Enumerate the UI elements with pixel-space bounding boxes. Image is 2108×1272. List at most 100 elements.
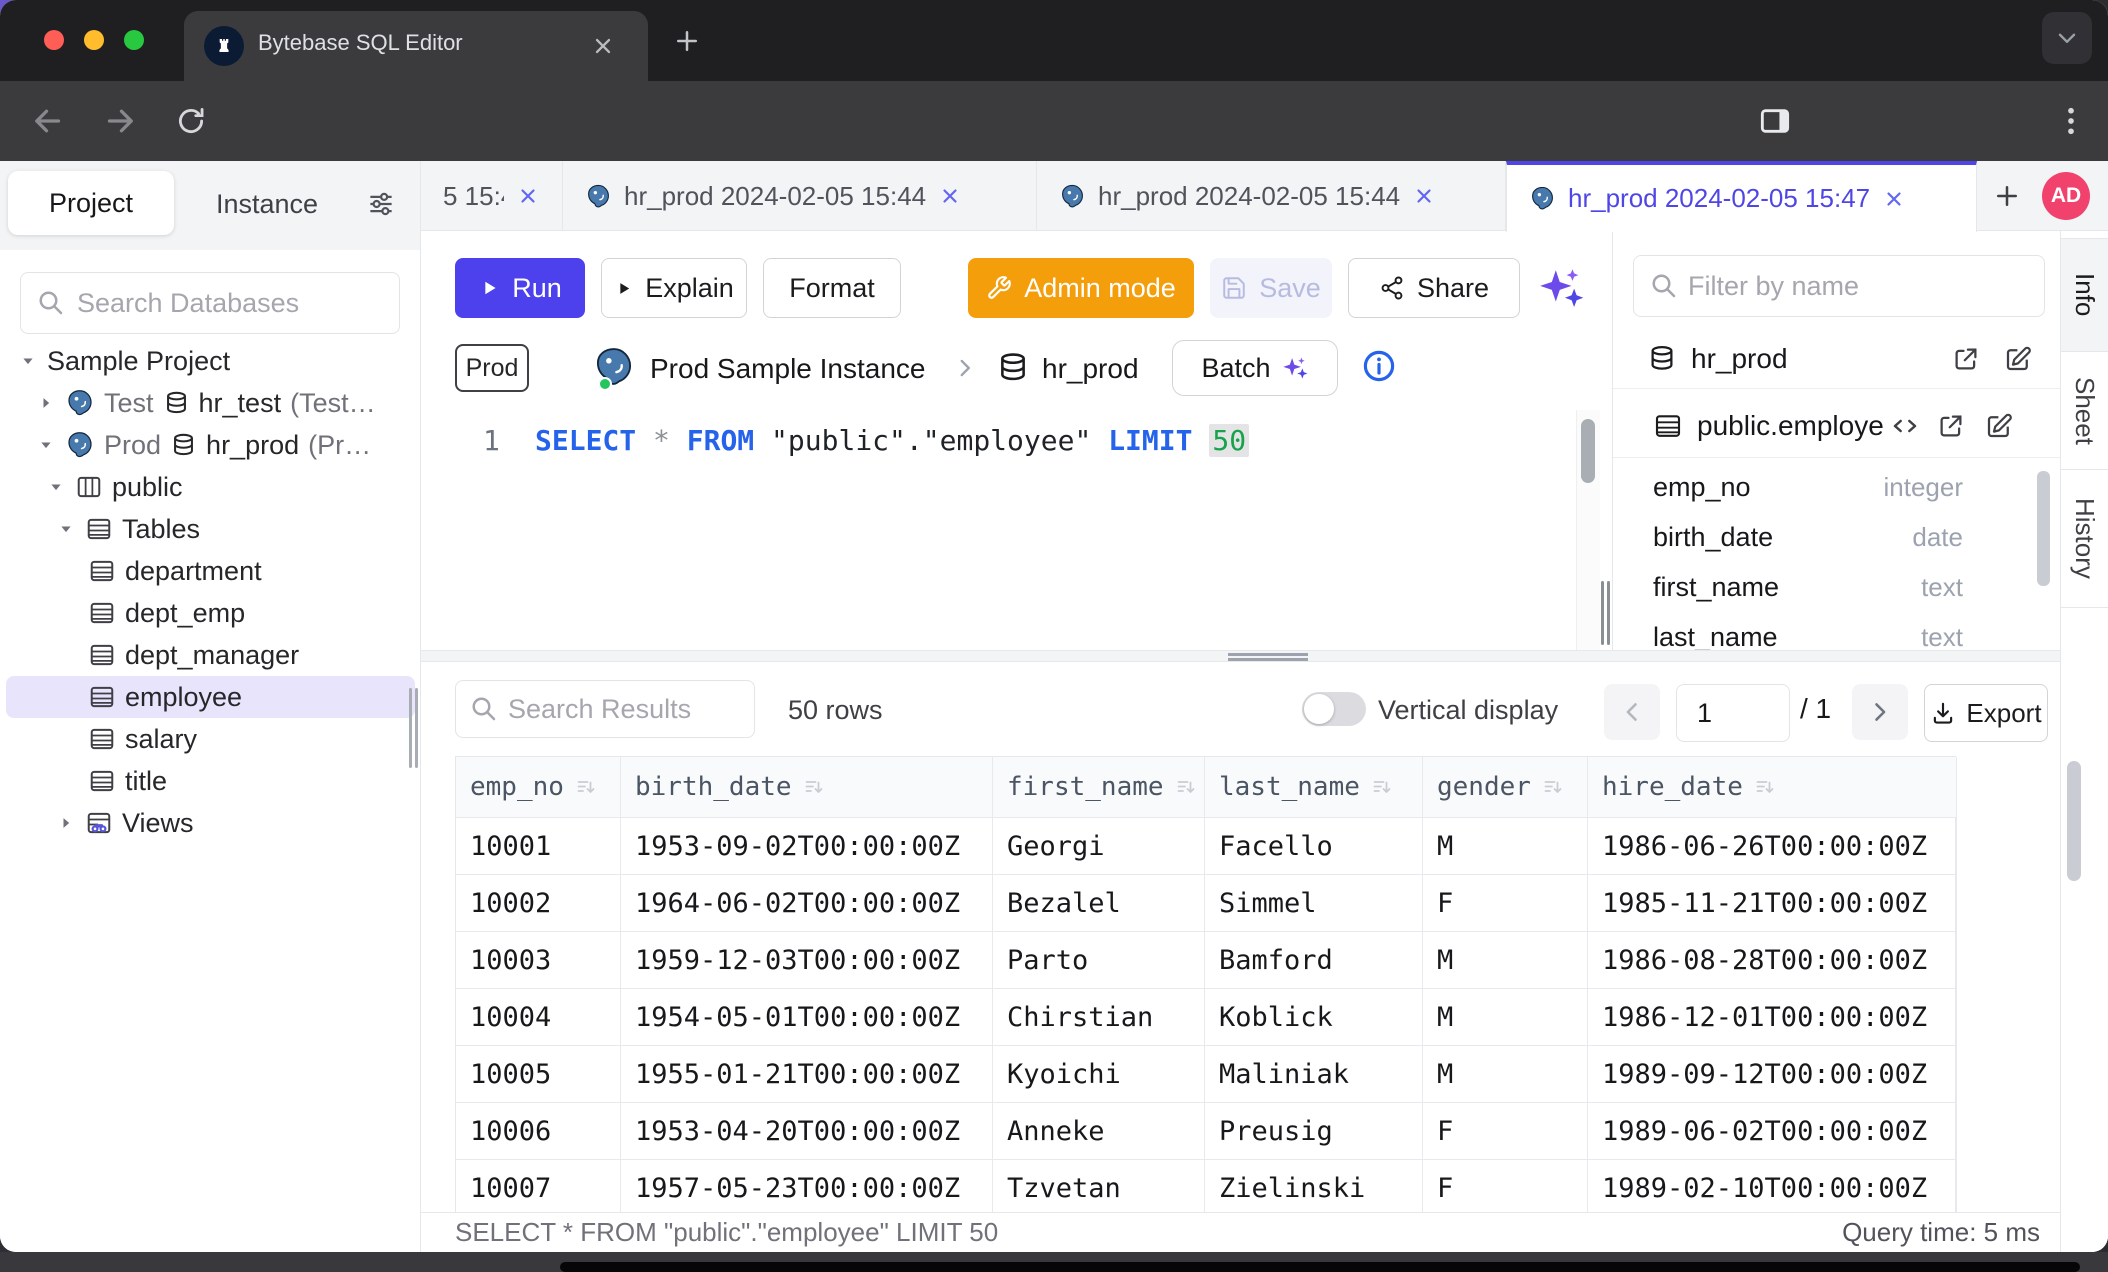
caret-down-icon[interactable]	[18, 351, 38, 371]
column-header-emp-no[interactable]: emp_no	[456, 757, 621, 818]
column-header-last-name[interactable]: last_name	[1205, 757, 1423, 818]
sheet-tab-3[interactable]: hr_prod 2024-02-05 15:44	[1037, 161, 1506, 231]
browser-menu-icon[interactable]	[2052, 102, 2090, 140]
save-button[interactable]: Save	[1210, 258, 1332, 318]
horizontal-splitter[interactable]	[421, 650, 2060, 662]
sidebar-resize-handle[interactable]	[415, 688, 418, 768]
new-sheet-icon[interactable]	[1992, 181, 2022, 211]
caret-right-icon[interactable]	[56, 813, 76, 833]
sidebar-filter-icon[interactable]	[366, 189, 396, 219]
ai-assistant-icon[interactable]	[1536, 263, 1586, 313]
vertical-display-toggle[interactable]	[1302, 692, 1366, 726]
search-databases-input[interactable]	[20, 272, 400, 334]
window-close-button[interactable]	[44, 30, 64, 50]
export-button[interactable]: Export	[1924, 684, 2048, 742]
prev-page-button[interactable]	[1604, 684, 1660, 740]
tree-item-table-salary[interactable]: salary	[0, 718, 421, 760]
column-row[interactable]: first_nametext	[1613, 562, 2060, 612]
sidebar-resize-handle[interactable]	[409, 688, 412, 768]
browser-tab-close-icon[interactable]	[590, 33, 616, 59]
share-button[interactable]: Share	[1348, 258, 1520, 318]
external-link-icon[interactable]	[1951, 344, 1981, 374]
code-icon[interactable]	[1890, 411, 1920, 441]
caret-down-icon[interactable]	[36, 435, 56, 455]
tree-item-schema-public[interactable]: public	[0, 466, 421, 508]
window-zoom-button[interactable]	[124, 30, 144, 50]
schema-scrollbar-thumb[interactable]	[2037, 471, 2050, 586]
column-row[interactable]: last_nametext	[1613, 612, 2060, 650]
format-button[interactable]: Format	[763, 258, 901, 318]
editor-scrollbar-track[interactable]	[1576, 410, 1600, 650]
forward-icon[interactable]	[102, 103, 138, 139]
sort-icon[interactable]	[1174, 775, 1198, 799]
tree-item-project[interactable]: Sample Project	[0, 340, 421, 382]
breadcrumb-database[interactable]: hr_prod	[1042, 353, 1139, 385]
tree-item-table-department[interactable]: department	[0, 550, 421, 592]
reload-icon[interactable]	[174, 104, 208, 138]
filter-by-name-input[interactable]	[1633, 255, 2045, 317]
batch-mode-button[interactable]: Batch	[1172, 340, 1338, 396]
user-avatar[interactable]: AD	[2042, 172, 2090, 220]
sheet-tab-1[interactable]: 5 15:44	[421, 161, 563, 231]
info-icon[interactable]	[1360, 347, 1398, 385]
tree-item-tables-group[interactable]: Tables	[0, 508, 421, 550]
window-minimize-button[interactable]	[84, 30, 104, 50]
tree-item-table-dept-manager[interactable]: dept_manager	[0, 634, 421, 676]
table-cell: F	[1423, 875, 1588, 932]
next-page-button[interactable]	[1852, 684, 1908, 740]
sort-icon[interactable]	[802, 775, 826, 799]
page-number-input[interactable]	[1676, 684, 1790, 742]
caret-down-icon[interactable]	[56, 519, 76, 539]
sort-icon[interactable]	[1541, 775, 1565, 799]
edit-icon[interactable]	[2003, 344, 2033, 374]
tree-item-hr-test[interactable]: Test hr_test (Test…	[0, 382, 421, 424]
external-link-icon[interactable]	[1936, 411, 1966, 441]
column-header-hire-date[interactable]: hire_date	[1588, 757, 1957, 818]
side-panel-icon[interactable]	[1756, 102, 1794, 140]
browser-tab[interactable]: Bytebase SQL Editor	[184, 11, 648, 81]
new-tab-icon[interactable]	[672, 26, 702, 56]
tree-item-table-title[interactable]: title	[0, 760, 421, 802]
results-scrollbar-thumb[interactable]	[2067, 761, 2081, 881]
schema-table-row[interactable]: public.employe	[1613, 395, 2060, 458]
sheet-tab-4-active[interactable]: hr_prod 2024-02-05 15:47	[1506, 161, 1977, 232]
sort-icon[interactable]	[574, 775, 598, 799]
tab-history[interactable]: History	[2061, 470, 2108, 608]
caret-right-icon[interactable]	[36, 393, 56, 413]
schema-database-row[interactable]: hr_prod	[1613, 330, 2060, 389]
editor-scrollbar-thumb[interactable]	[1581, 419, 1595, 483]
run-button[interactable]: Run	[455, 258, 585, 318]
tree-item-hr-prod[interactable]: Prod hr_prod (Pr…	[0, 424, 421, 466]
edit-icon[interactable]	[1984, 411, 2014, 441]
sheet-tab-2[interactable]: hr_prod 2024-02-05 15:44	[563, 161, 1037, 231]
column-row[interactable]: emp_nointeger	[1613, 462, 2060, 512]
column-row[interactable]: birth_datedate	[1613, 512, 2060, 562]
database-tree: Sample Project Test hr_test (Test… Prod …	[0, 340, 421, 844]
sort-icon[interactable]	[1753, 775, 1777, 799]
tab-close-icon[interactable]	[938, 184, 962, 208]
back-icon[interactable]	[30, 103, 66, 139]
tab-info[interactable]: Info	[2061, 238, 2108, 352]
tree-item-table-dept-emp[interactable]: dept_emp	[0, 592, 421, 634]
column-header-gender[interactable]: gender	[1423, 757, 1588, 818]
tab-search-button[interactable]	[2042, 12, 2092, 64]
tab-close-icon[interactable]	[516, 184, 540, 208]
sql-editor[interactable]: 1 SELECT * FROM "public"."employee" LIMI…	[421, 410, 1576, 650]
tab-close-icon[interactable]	[1882, 187, 1906, 211]
caret-down-icon[interactable]	[46, 477, 66, 497]
tree-item-table-employee-selected[interactable]: employee	[6, 676, 415, 718]
admin-mode-button[interactable]: Admin mode	[968, 258, 1194, 318]
sidebar-tab-project[interactable]: Project	[8, 171, 174, 235]
panel-resize-handle[interactable]	[1607, 581, 1610, 645]
explain-button[interactable]: Explain	[601, 258, 747, 318]
tab-sheet[interactable]: Sheet	[2061, 352, 2108, 470]
column-header-first-name[interactable]: first_name	[993, 757, 1205, 818]
column-header-birth-date[interactable]: birth_date	[621, 757, 993, 818]
search-results-input[interactable]	[455, 680, 755, 738]
sidebar-tab-instance[interactable]: Instance	[174, 161, 360, 247]
breadcrumb-instance[interactable]: Prod Sample Instance	[650, 353, 926, 385]
sort-icon[interactable]	[1370, 775, 1394, 799]
tab-close-icon[interactable]	[1412, 184, 1436, 208]
panel-resize-handle[interactable]	[1601, 581, 1604, 645]
tree-item-views-group[interactable]: Views	[0, 802, 421, 844]
